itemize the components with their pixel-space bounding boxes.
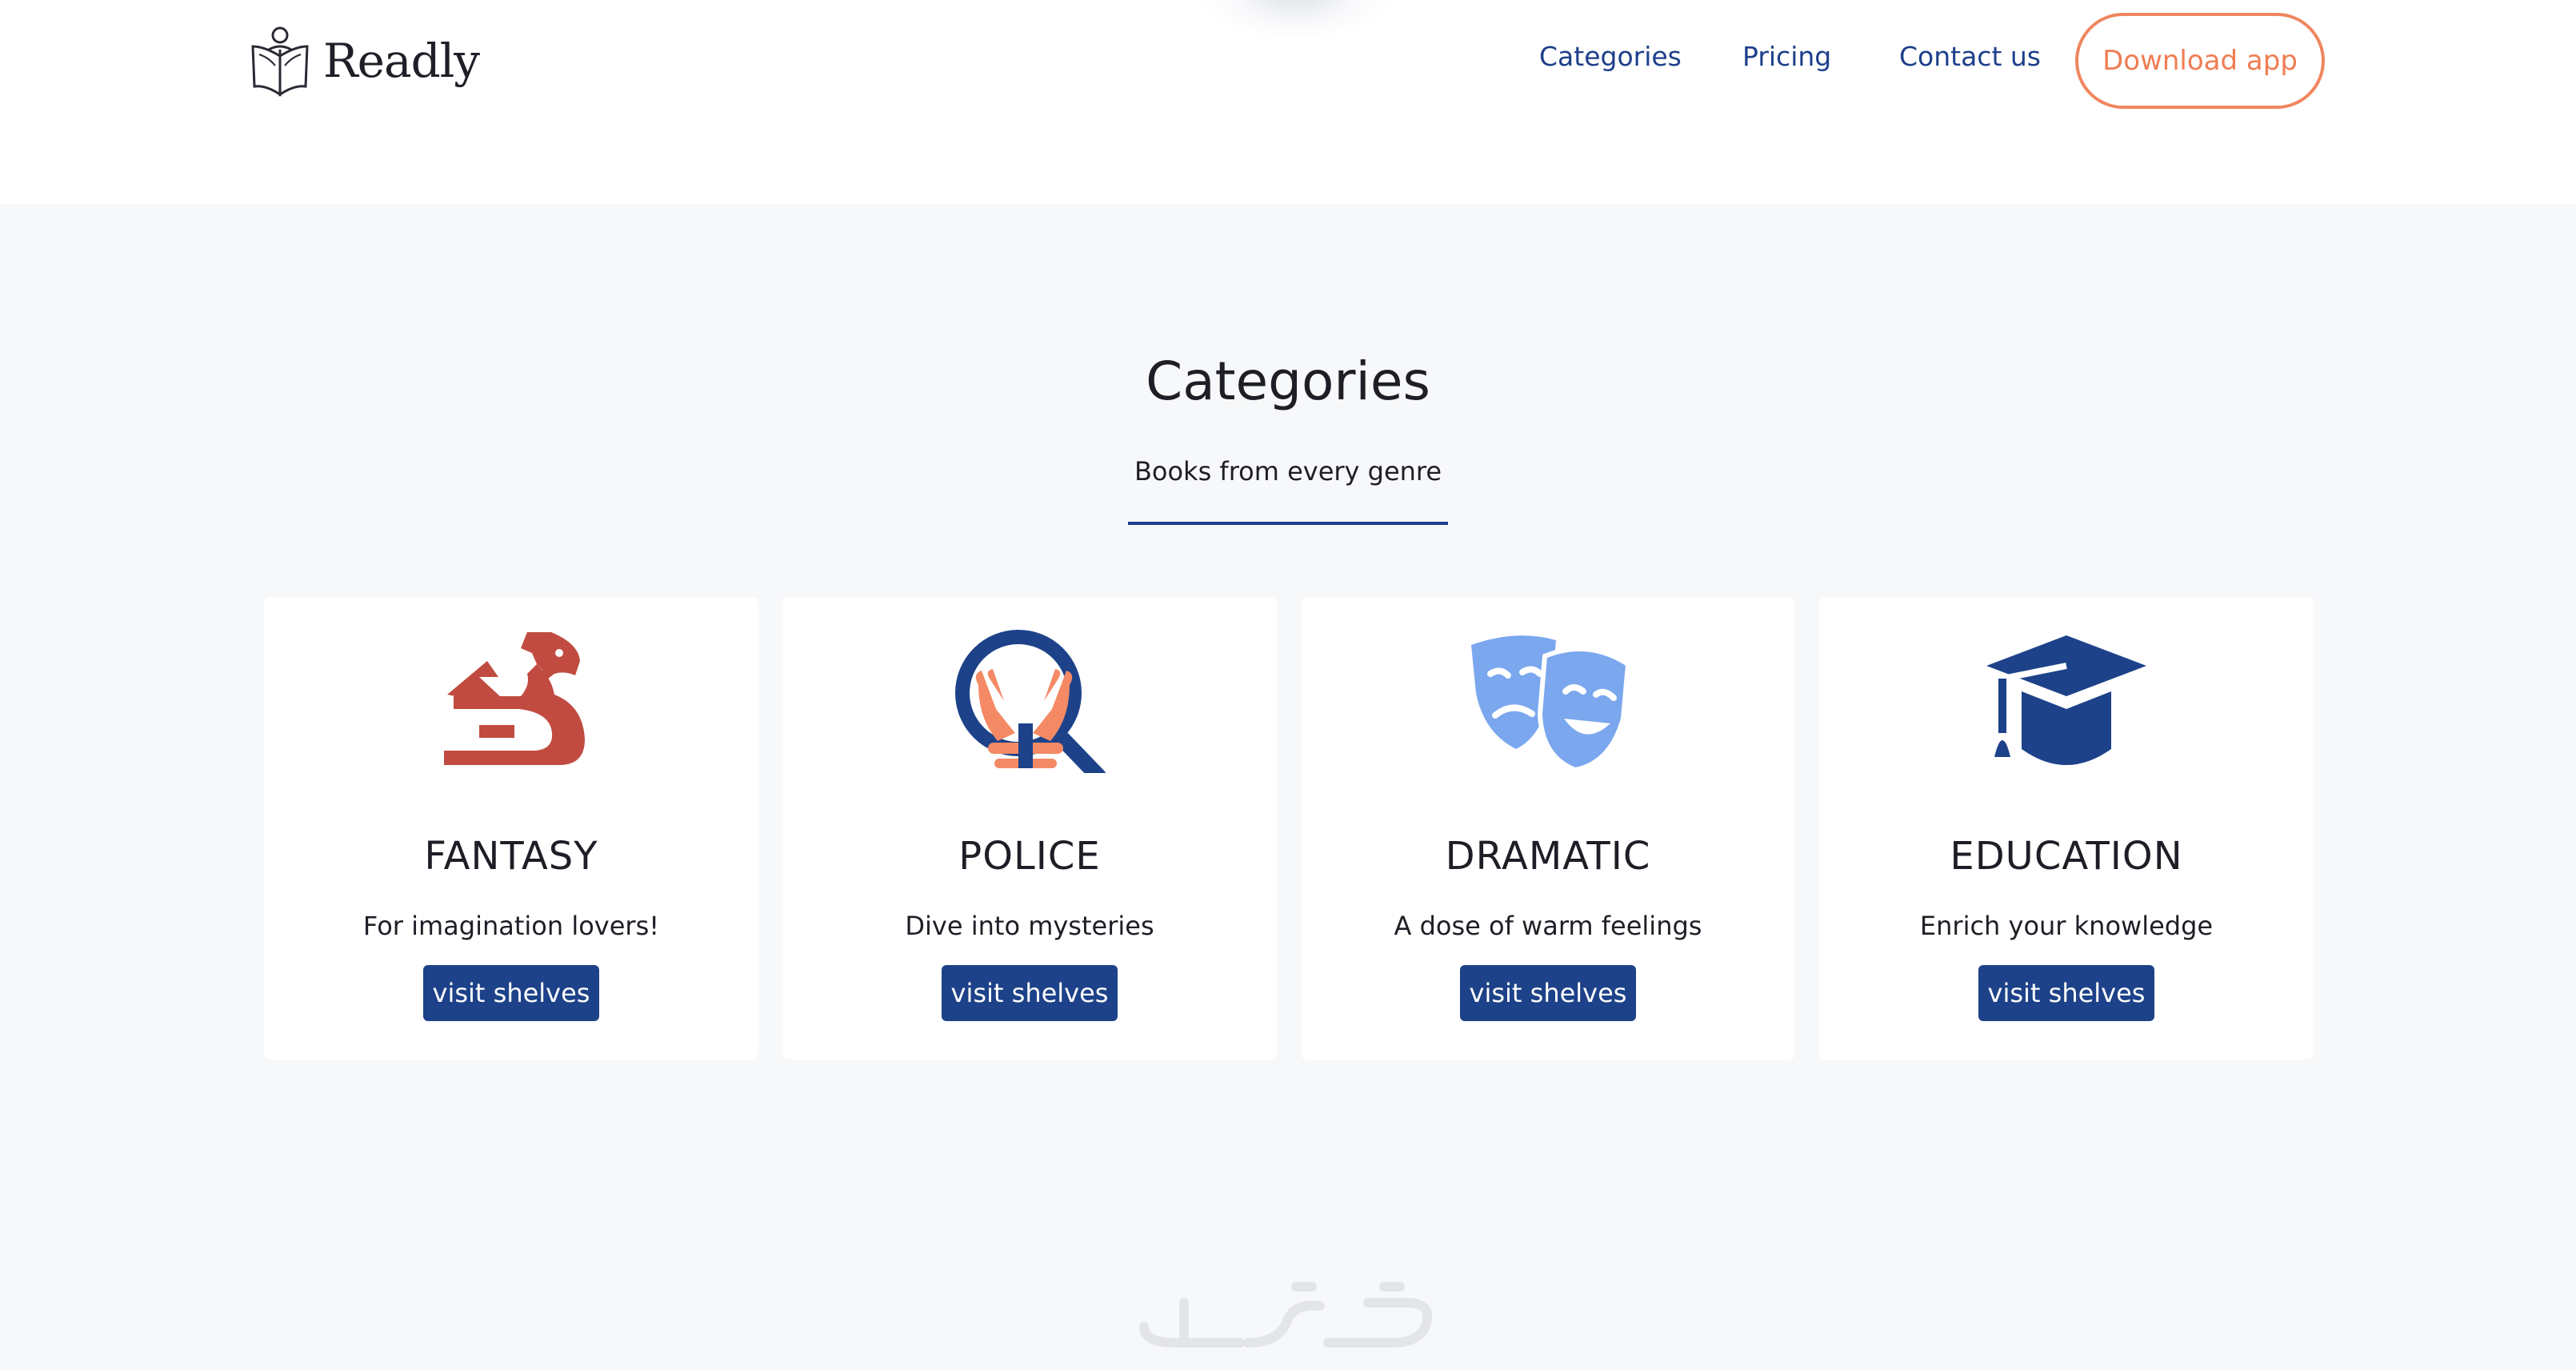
- card-title: POLICE: [958, 834, 1101, 879]
- visit-shelves-button-fantasy[interactable]: visit shelves: [423, 965, 599, 1021]
- theater-masks-icon: [1468, 629, 1628, 773]
- decorative-blur: [1200, 0, 1392, 40]
- nav-link-pricing[interactable]: Pricing: [1742, 37, 1831, 77]
- visit-shelves-button-dramatic[interactable]: visit shelves: [1460, 965, 1636, 1021]
- section-subtitle: Books from every genre: [1134, 456, 1442, 487]
- card-description: Enrich your knowledge: [1919, 911, 2214, 941]
- open-book-reader-icon: [251, 26, 309, 97]
- card-description: For imagination lovers!: [362, 911, 660, 941]
- site-header: Readly Categories Pricing Contact us Dow…: [0, 0, 2576, 204]
- category-card-police: POLICE Dive into mysteries visit shelves: [782, 597, 1277, 1060]
- nav-link-contact[interactable]: Contact us: [1899, 37, 2041, 77]
- section-title: Categories: [1146, 351, 1430, 412]
- download-app-button[interactable]: Download app: [2075, 13, 2325, 109]
- nav-link-categories[interactable]: Categories: [1539, 37, 1682, 77]
- handcuffs-magnifier-icon: [950, 629, 1110, 773]
- card-description: Dive into mysteries: [905, 911, 1154, 941]
- visit-shelves-button-police[interactable]: visit shelves: [942, 965, 1118, 1021]
- category-card-fantasy: FANTASY For imagination lovers! visit sh…: [264, 597, 758, 1060]
- card-title: EDUCATION: [1950, 834, 2183, 879]
- logo-text: Readly: [323, 34, 480, 88]
- card-title: FANTASY: [424, 834, 598, 879]
- card-description: A dose of warm feelings: [1394, 911, 1702, 941]
- category-card-dramatic: DRAMATIC A dose of warm feelings visit s…: [1301, 597, 1795, 1060]
- visit-shelves-button-education[interactable]: visit shelves: [1978, 965, 2154, 1021]
- section-divider: [1128, 522, 1448, 525]
- category-card-education: EDUCATION Enrich your knowledge visit sh…: [1819, 597, 2314, 1060]
- card-title: DRAMATIC: [1445, 834, 1651, 879]
- graduation-cap-icon: [1986, 629, 2146, 773]
- watermark-logo: [1128, 1271, 1448, 1351]
- dragon-icon: [431, 629, 591, 773]
- logo[interactable]: Readly: [248, 21, 480, 101]
